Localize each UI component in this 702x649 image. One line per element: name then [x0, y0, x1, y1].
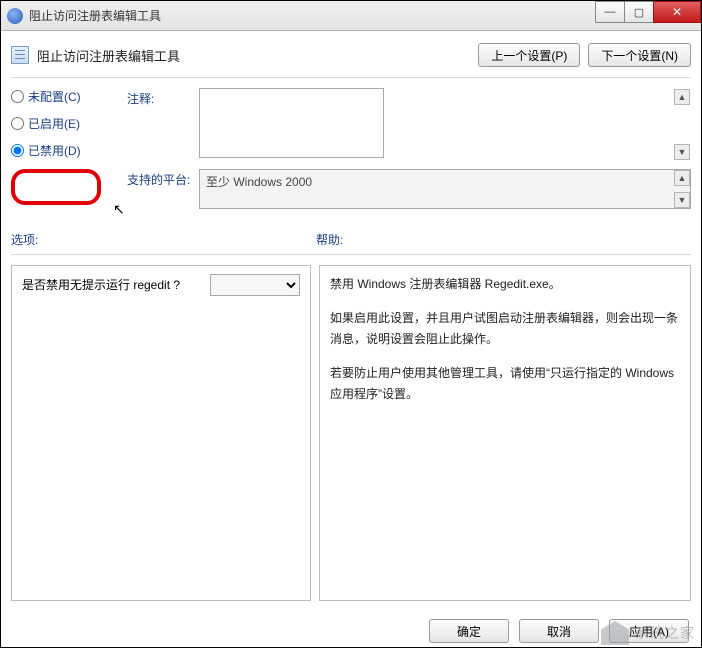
- window-controls: — ▢ ✕: [596, 1, 701, 23]
- title-bar: 阻止访问注册表编辑工具 — ▢ ✕: [1, 1, 701, 31]
- minimize-button[interactable]: —: [595, 1, 625, 23]
- help-text: 禁用 Windows 注册表编辑器 Regedit.exe。 如果启用此设置，并…: [330, 274, 680, 404]
- supported-platform-box: 至少 Windows 2000: [199, 169, 691, 209]
- scroll-down-icon[interactable]: ▼: [674, 144, 690, 160]
- options-section-label: 选项:: [11, 231, 316, 248]
- state-radio-group: 未配置(C) 已启用(E) 已禁用(D): [11, 88, 111, 217]
- app-icon: [7, 8, 23, 24]
- platform-label: 支持的平台:: [127, 169, 199, 209]
- apply-button[interactable]: 应用(A): [609, 619, 689, 643]
- help-paragraph: 若要防止用户使用其他管理工具，请使用“只运行指定的 Windows 应用程序”设…: [330, 363, 680, 404]
- scroll-up-icon[interactable]: ▲: [674, 89, 690, 105]
- options-panel: 是否禁用无提示运行 regedit ?: [11, 265, 311, 601]
- radio-not-configured-label[interactable]: 未配置(C): [28, 88, 81, 105]
- radio-enabled-label[interactable]: 已启用(E): [28, 115, 80, 132]
- radio-disabled[interactable]: [11, 144, 24, 157]
- help-section-label: 帮助:: [316, 231, 343, 248]
- cancel-button[interactable]: 取消: [519, 619, 599, 643]
- close-button[interactable]: ✕: [653, 1, 701, 23]
- policy-title: 阻止访问注册表编辑工具: [37, 46, 180, 65]
- help-paragraph: 如果启用此设置，并且用户试图启动注册表编辑器，则会出现一条消息，说明设置会阻止此…: [330, 308, 680, 349]
- option-question: 是否禁用无提示运行 regedit ?: [22, 274, 210, 592]
- maximize-button[interactable]: ▢: [624, 1, 654, 23]
- help-paragraph: 禁用 Windows 注册表编辑器 Regedit.exe。: [330, 274, 680, 294]
- separator: [11, 254, 691, 255]
- policy-icon: [11, 46, 29, 64]
- previous-setting-button[interactable]: 上一个设置(P): [478, 43, 580, 67]
- radio-not-configured[interactable]: [11, 90, 24, 103]
- radio-disabled-label[interactable]: 已禁用(D): [28, 142, 81, 159]
- scroll-down-icon[interactable]: ▼: [674, 192, 690, 208]
- comment-textarea[interactable]: [199, 88, 384, 158]
- help-panel: 禁用 Windows 注册表编辑器 Regedit.exe。 如果启用此设置，并…: [319, 265, 691, 601]
- header-row: 阻止访问注册表编辑工具 上一个设置(P) 下一个设置(N): [11, 39, 691, 75]
- scroll-up-icon[interactable]: ▲: [674, 170, 690, 186]
- next-setting-button[interactable]: 下一个设置(N): [588, 43, 691, 67]
- separator: [11, 77, 691, 78]
- ok-button[interactable]: 确定: [429, 619, 509, 643]
- supported-platform-value: 至少 Windows 2000: [206, 175, 312, 189]
- comment-label: 注释:: [127, 88, 199, 161]
- dialog-footer: 确定 取消 应用(A): [429, 619, 689, 643]
- radio-enabled[interactable]: [11, 117, 24, 130]
- option-select[interactable]: [210, 274, 300, 296]
- window-title: 阻止访问注册表编辑工具: [29, 7, 161, 24]
